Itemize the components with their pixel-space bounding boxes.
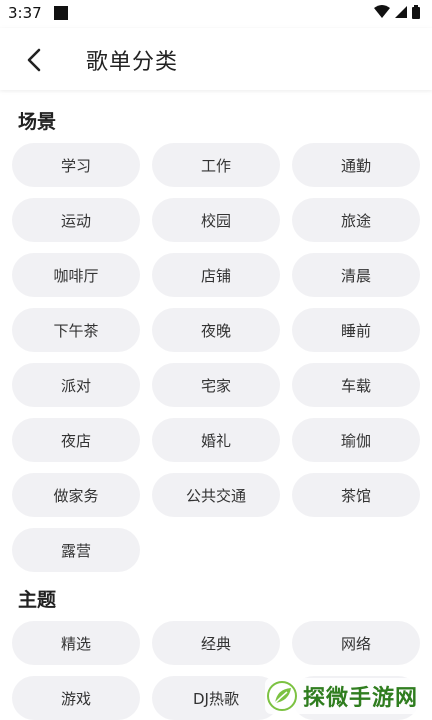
category-chip[interactable]: 宅家 bbox=[152, 363, 280, 407]
category-chip[interactable]: 睡前 bbox=[292, 308, 420, 352]
category-chip[interactable]: 下午茶 bbox=[12, 308, 140, 352]
status-time: 3:37 bbox=[8, 4, 42, 22]
category-chip[interactable]: DJ热歌 bbox=[152, 676, 280, 720]
category-chip[interactable]: 派对 bbox=[12, 363, 140, 407]
category-chip[interactable]: 车载 bbox=[292, 363, 420, 407]
category-chip[interactable]: 瑜伽 bbox=[292, 418, 420, 462]
scene-chip-grid: 学习 工作 通勤运动 校园 旅途咖啡厅 店铺 清晨下午茶 夜晚 睡前派对 宅家 车载夜店 婚礼 瑜伽做家… bbox=[12, 143, 422, 572]
category-chip[interactable]: 夜晚 bbox=[152, 308, 280, 352]
category-chip[interactable]: 露营 bbox=[12, 528, 140, 572]
category-chip[interactable]: 通勤 bbox=[292, 143, 420, 187]
section-title-scene: 场景 bbox=[18, 111, 57, 133]
page-title: 歌单分类 bbox=[86, 50, 179, 75]
battery-icon bbox=[412, 5, 420, 19]
category-chip[interactable]: 网络 bbox=[292, 621, 420, 665]
category-chip[interactable]: 清晨 bbox=[292, 253, 420, 297]
category-chip[interactable]: 店铺 bbox=[152, 253, 280, 297]
app-bar: 歌单分类 bbox=[0, 28, 432, 90]
category-chip[interactable]: 工作 bbox=[152, 143, 280, 187]
category-chip[interactable]: 茶馆 bbox=[292, 473, 420, 517]
category-chip[interactable]: 婚礼 bbox=[152, 418, 280, 462]
category-chip[interactable]: 精选 bbox=[12, 621, 140, 665]
category-chip[interactable]: 咖啡厅 bbox=[12, 253, 140, 297]
category-chip[interactable]: 校园 bbox=[152, 198, 280, 242]
signal-icon bbox=[395, 6, 407, 18]
category-chip[interactable]: 运动 bbox=[12, 198, 140, 242]
leaf-logo-icon bbox=[266, 681, 297, 711]
category-chip[interactable]: 游戏 bbox=[12, 676, 140, 720]
back-button[interactable] bbox=[18, 44, 50, 76]
category-chip[interactable]: 经典 bbox=[152, 621, 280, 665]
category-chip[interactable]: 做家务 bbox=[12, 473, 140, 517]
watermark-text: 探微手游网 bbox=[302, 686, 418, 711]
status-bar: 3:37 bbox=[0, 0, 432, 28]
category-chip[interactable]: 旅途 bbox=[292, 198, 420, 242]
status-icons bbox=[374, 5, 420, 19]
category-chip[interactable]: 公共交通 bbox=[152, 473, 280, 517]
wifi-icon bbox=[374, 5, 390, 18]
section-title-theme: 主题 bbox=[18, 589, 57, 611]
watermark: 探微手游网 bbox=[264, 678, 422, 714]
notification-icon bbox=[54, 6, 68, 20]
category-chip[interactable]: 学习 bbox=[12, 143, 140, 187]
back-arrow-icon bbox=[27, 48, 41, 72]
category-chip[interactable]: 夜店 bbox=[12, 418, 140, 462]
